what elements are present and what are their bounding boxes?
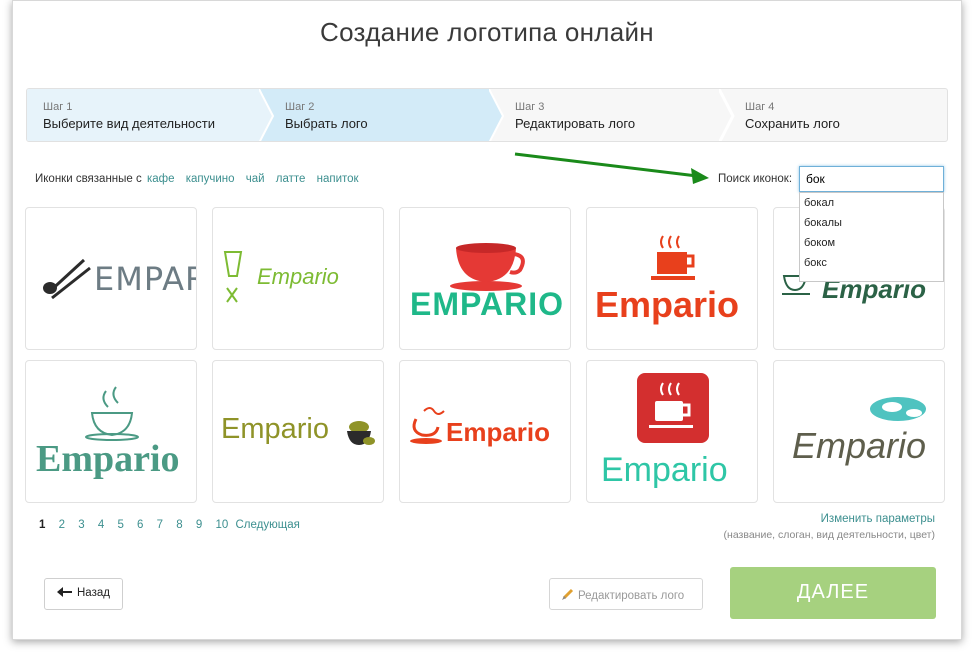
page-link-current: 1 bbox=[39, 519, 46, 531]
arrow-left-icon bbox=[57, 587, 72, 597]
step-1[interactable]: Шаг 1 Выберите вид деятельности bbox=[27, 89, 259, 141]
step-label: Сохранить лого bbox=[745, 116, 840, 131]
step-4[interactable]: Шаг 4 Сохранить лого bbox=[719, 89, 947, 141]
icon-search-input[interactable] bbox=[799, 166, 944, 192]
coffee-cup-outline-icon bbox=[85, 386, 139, 441]
next-button[interactable]: ДАЛЕЕ bbox=[730, 567, 936, 619]
logo-card[interactable]: Empario bbox=[212, 360, 384, 503]
page-link[interactable]: 6 bbox=[137, 519, 143, 531]
logo-card[interactable]: Empario bbox=[399, 360, 571, 503]
logo-text: Empario bbox=[595, 284, 740, 325]
step-label: Выберите вид деятельности bbox=[43, 116, 215, 131]
page-link[interactable]: 3 bbox=[78, 519, 84, 531]
suggestion-item[interactable]: бокал bbox=[800, 193, 943, 213]
page-link[interactable]: 4 bbox=[98, 519, 104, 531]
logo-text: Empario bbox=[601, 451, 728, 489]
steps-bar: Шаг 1 Выберите вид деятельности Шаг 2 Вы… bbox=[26, 88, 948, 142]
related-tag[interactable]: напиток bbox=[317, 173, 359, 185]
logo-text: EMPARIO bbox=[94, 260, 196, 298]
related-tag[interactable]: чай bbox=[246, 173, 265, 185]
logo-card[interactable]: EMPARIO bbox=[25, 207, 197, 350]
step-chevron-icon bbox=[489, 89, 505, 141]
logo-card[interactable]: Empario bbox=[586, 360, 758, 503]
red-cup-icon bbox=[450, 243, 525, 291]
pencil-icon bbox=[562, 588, 574, 600]
step-label: Выбрать лого bbox=[285, 116, 368, 131]
step-chevron-icon bbox=[719, 89, 735, 141]
step-number: Шаг 3 bbox=[515, 101, 545, 113]
suggestion-item[interactable]: боком bbox=[800, 233, 943, 253]
change-params-hint: (название, слоган, вид деятельности, цве… bbox=[723, 529, 935, 541]
logo-card[interactable]: EMPARIO bbox=[399, 207, 571, 350]
annotation-arrow-icon bbox=[514, 152, 709, 184]
logo-card[interactable]: Empario bbox=[586, 207, 758, 350]
search-label: Поиск иконок: bbox=[718, 173, 793, 185]
logo-maker-window: Создание логотипа онлайн Шаг 1 Выберите … bbox=[12, 0, 962, 640]
related-icons: Иконки связанные с кафе капучино чай лат… bbox=[35, 173, 359, 185]
logo-text: Empario bbox=[792, 425, 927, 466]
back-button[interactable]: Назад bbox=[44, 578, 123, 610]
related-tag[interactable]: капучино bbox=[186, 173, 235, 185]
logo-text: Empario bbox=[446, 417, 551, 447]
next-page-link[interactable]: Следующая bbox=[235, 519, 299, 531]
step-label: Редактировать лого bbox=[515, 116, 636, 131]
page-link[interactable]: 2 bbox=[59, 519, 65, 531]
pagination: 1 2 3 4 5 6 7 8 9 10 Следующая bbox=[39, 519, 310, 531]
page-link[interactable]: 10 bbox=[215, 519, 228, 531]
logo-card[interactable]: Empario bbox=[773, 360, 945, 503]
search-suggestions: бокал бокалы боком бокс bbox=[799, 192, 944, 282]
logo-text: Empario bbox=[36, 438, 180, 480]
page-link[interactable]: 9 bbox=[196, 519, 202, 531]
page-title: Создание логотипа онлайн bbox=[320, 17, 654, 47]
step-number: Шаг 4 bbox=[745, 101, 775, 113]
change-params: Изменить параметры (название, слоган, ви… bbox=[724, 513, 935, 541]
back-button-label: Назад bbox=[77, 587, 110, 599]
page-link[interactable]: 5 bbox=[117, 519, 123, 531]
steaming-cup-icon bbox=[651, 235, 695, 280]
related-tag[interactable]: кафе bbox=[147, 173, 175, 185]
logo-card[interactable]: Empario bbox=[25, 360, 197, 503]
page-link[interactable]: 7 bbox=[157, 519, 163, 531]
change-params-link[interactable]: Изменить параметры bbox=[724, 513, 935, 525]
step-3[interactable]: Шаг 3 Редактировать лого bbox=[489, 89, 719, 141]
related-tag[interactable]: латте bbox=[276, 173, 306, 185]
step-chevron-icon bbox=[259, 89, 275, 141]
suggestion-item[interactable]: бокалы bbox=[800, 213, 943, 233]
coffee-beans-cup-icon bbox=[347, 421, 375, 445]
logo-text: Empario bbox=[257, 264, 339, 289]
related-prefix: Иконки связанные с bbox=[35, 173, 142, 185]
edit-logo-label: Редактировать лого bbox=[578, 590, 685, 602]
suggestion-item[interactable]: бокс bbox=[800, 253, 943, 273]
step-number: Шаг 2 bbox=[285, 101, 315, 113]
edit-logo-button[interactable]: Редактировать лого bbox=[549, 578, 703, 610]
step-2[interactable]: Шаг 2 Выбрать лого bbox=[259, 89, 489, 141]
page-link[interactable]: 8 bbox=[176, 519, 182, 531]
logo-text: EMPARIO bbox=[410, 286, 564, 322]
step-number: Шаг 1 bbox=[43, 101, 73, 113]
logo-card[interactable]: Empario bbox=[212, 207, 384, 350]
